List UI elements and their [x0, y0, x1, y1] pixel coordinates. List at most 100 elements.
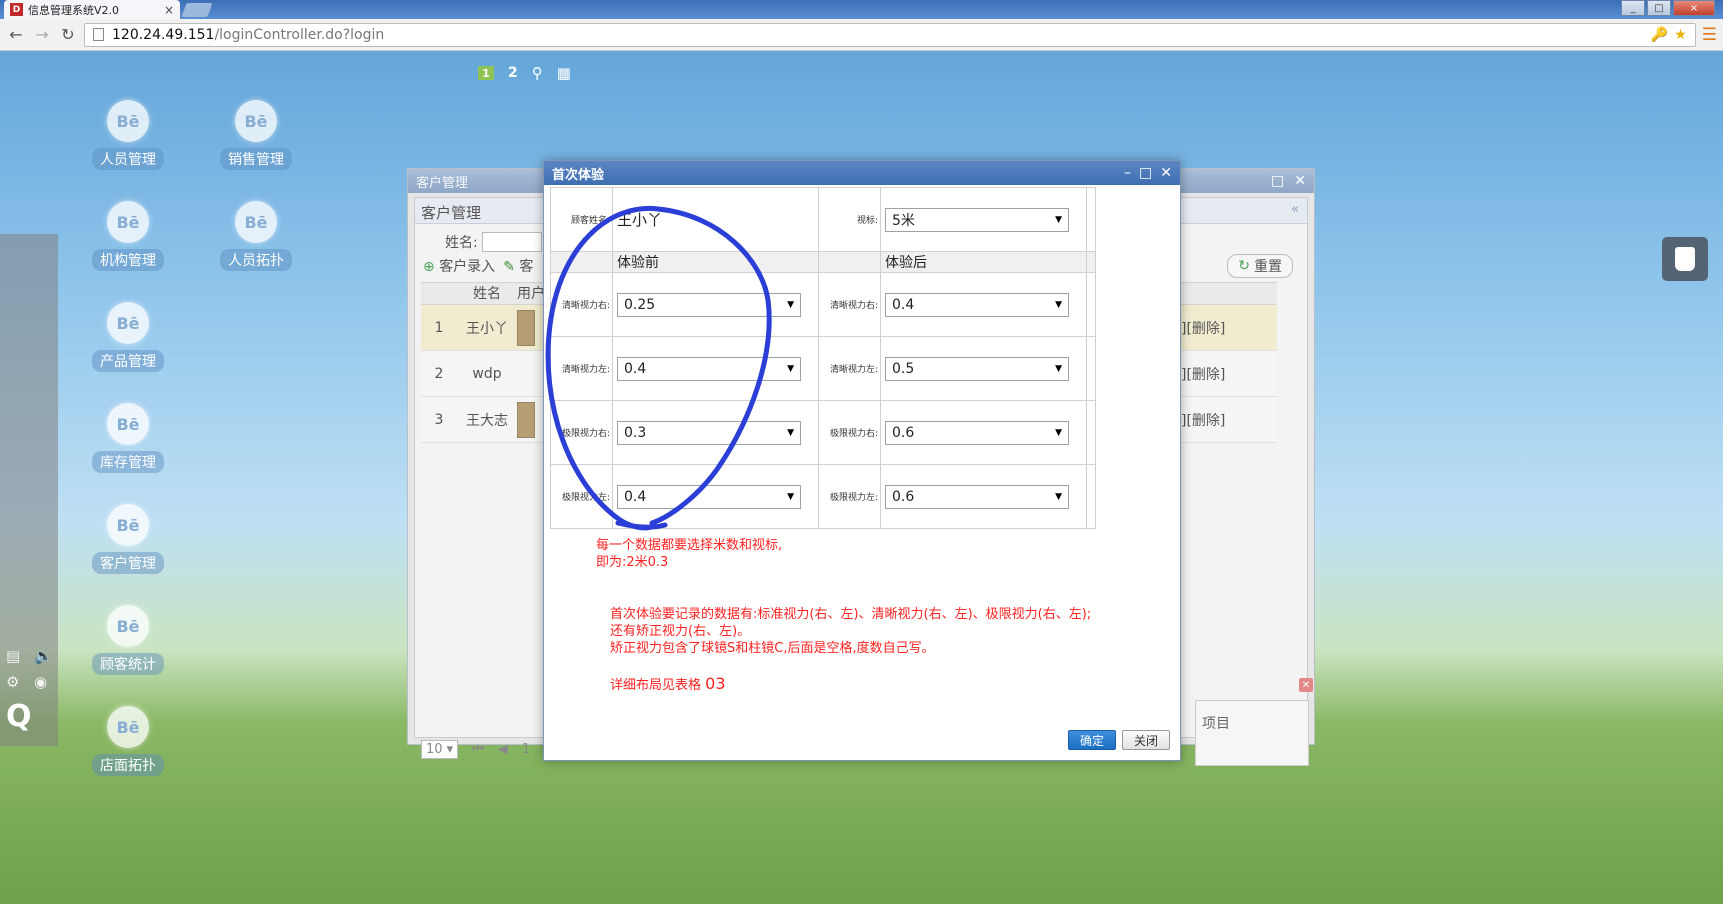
page-icon	[93, 28, 104, 41]
page-number-input[interactable]: 1	[522, 742, 530, 757]
desktop-icon-customers[interactable]: Bē 客户管理	[88, 504, 168, 574]
first-page-icon[interactable]: ⏮	[472, 742, 484, 757]
desktop-icon-store-topology[interactable]: Bē 店面拓扑	[88, 706, 168, 776]
calendar-icon[interactable]: ▤	[6, 647, 28, 665]
close-button[interactable]: 关闭	[1122, 730, 1170, 750]
close-icon[interactable]: ✕	[1294, 173, 1306, 189]
before-select[interactable]: 0.25 ▼	[617, 292, 801, 317]
confirm-button[interactable]: 确定	[1068, 730, 1116, 750]
desktop-icon-inventory[interactable]: Bē 库存管理	[88, 403, 168, 473]
before-header: 体验前	[612, 251, 819, 273]
user-thumbnail	[517, 401, 535, 438]
column-header-name[interactable]: 姓名	[457, 283, 517, 304]
after-label: 清晰视力左:	[818, 336, 881, 401]
left-dock: ▤ 🔈 ⚙ ◉ Q	[0, 234, 58, 746]
customer-name-value: 王小丫	[617, 211, 663, 229]
app-icon: Bē	[107, 403, 149, 445]
url-host: 120.24.49.151	[112, 26, 215, 43]
page-1-button[interactable]: 1	[478, 66, 494, 80]
browser-menu-icon[interactable]: ☰	[1702, 25, 1717, 45]
maximize-icon[interactable]: □	[1271, 173, 1284, 189]
app-icon: Bē	[107, 706, 149, 748]
new-tab-button[interactable]	[181, 3, 213, 17]
desktop-icon-label: 顾客统计	[92, 653, 164, 675]
before-select[interactable]: 0.4 ▼	[617, 484, 801, 509]
chart-label: 视标:	[818, 187, 881, 252]
desktop-icon-personnel-topology[interactable]: Bē 人员拓扑	[216, 201, 296, 271]
right-float-button[interactable]	[1662, 237, 1708, 281]
chart-select-value: 5米	[892, 212, 915, 229]
customer-name-label: 顾客姓名:	[550, 187, 613, 252]
desktop-icon-products[interactable]: Bē 产品管理	[88, 302, 168, 372]
minimize-icon[interactable]: –	[1124, 165, 1131, 181]
after-label: 极限视力右:	[818, 400, 881, 465]
first-experience-dialog: 首次体验 – □ ✕ 顾客姓名: 王小丫 视标: 5米 ▼ 体验前 体验后 清晰…	[543, 160, 1181, 761]
app-icon: Bē	[235, 100, 277, 142]
qq-icon[interactable]: Q	[6, 699, 56, 734]
after-select[interactable]: 0.4 ▼	[885, 292, 1069, 317]
settings-gear-icon[interactable]: ⚙	[6, 673, 28, 691]
page-size-select[interactable]: 10 ▾	[421, 740, 459, 759]
browser-tab-bar: D 信息管理系统V2.0 × _ □ ×	[0, 0, 1723, 19]
reload-icon[interactable]: ↻	[58, 25, 78, 45]
close-icon[interactable]: ✕	[1160, 165, 1172, 181]
after-select[interactable]: 0.6 ▼	[885, 484, 1069, 509]
row-actions[interactable]: 录][删除]	[1167, 318, 1277, 338]
note-3-number: 03	[705, 674, 726, 693]
name-search-input[interactable]	[481, 232, 542, 252]
edit-customer-button[interactable]: ✎ 客	[503, 256, 533, 276]
app-icon: Bē	[107, 605, 149, 647]
select-value: 0.6	[892, 488, 915, 505]
add-customer-button[interactable]: ⊕ 客户录入	[423, 256, 495, 276]
close-icon[interactable]: ✕	[1299, 678, 1313, 692]
dialog-titlebar: 首次体验 – □ ✕	[544, 161, 1180, 185]
window-minimize-button[interactable]: _	[1621, 0, 1645, 16]
tab-close-icon[interactable]: ×	[164, 3, 174, 17]
desktop-icon-customer-stats[interactable]: Bē 顾客统计	[88, 605, 168, 675]
back-arrow-icon[interactable]: ←	[6, 25, 26, 45]
search-icon[interactable]: ⚲	[532, 64, 543, 82]
collapse-icon[interactable]: «	[1291, 202, 1299, 217]
window-maximize-button[interactable]: □	[1647, 0, 1671, 16]
detail-panel: ✕ 项目	[1195, 678, 1317, 770]
row-actions[interactable]: 录][删除]	[1167, 364, 1277, 384]
before-select[interactable]: 0.4 ▼	[617, 356, 801, 381]
row-actions[interactable]: 录][删除]	[1167, 410, 1277, 430]
bookmark-star-icon[interactable]: ★	[1674, 27, 1687, 43]
address-bar[interactable]: 120.24.49.151/loginController.do?login 🔑…	[84, 22, 1696, 47]
reset-button[interactable]: ↻ 重置	[1227, 254, 1293, 278]
before-label: 清晰视力右:	[550, 272, 613, 337]
annotation-note-1: 每一个数据都要选择米数和视标, 即为:2米0.3	[596, 538, 783, 570]
desktop-icon-personnel[interactable]: Bē 人员管理	[88, 100, 168, 170]
maximize-icon[interactable]: □	[1139, 165, 1152, 181]
window-close-button[interactable]: ×	[1673, 0, 1715, 16]
note-3-text: 详细布局见表格	[610, 678, 706, 693]
browser-tab[interactable]: D 信息管理系统V2.0 ×	[4, 0, 180, 19]
grid-icon[interactable]: ▦	[557, 64, 571, 82]
prev-page-icon[interactable]: ◀	[498, 742, 508, 757]
after-select[interactable]: 0.6 ▼	[885, 420, 1069, 445]
speaker-icon[interactable]: 🔈	[34, 647, 56, 665]
select-value: 0.4	[892, 296, 915, 313]
desktop-icon-label: 机构管理	[92, 249, 164, 271]
desktop-icon-label: 库存管理	[92, 451, 164, 473]
desktop-icon-sales[interactable]: Bē 销售管理	[216, 100, 296, 170]
key-icon[interactable]: 🔑	[1651, 27, 1668, 43]
row-number: 1	[434, 319, 444, 336]
desktop-icon-label: 客户管理	[92, 552, 164, 574]
forward-arrow-icon[interactable]: →	[32, 25, 52, 45]
chevron-down-icon: ▼	[787, 363, 794, 374]
desktop-icon-label: 销售管理	[220, 148, 292, 170]
app-icon: Bē	[107, 100, 149, 142]
chart-select[interactable]: 5米 ▼	[885, 207, 1069, 232]
chevron-down-icon: ▼	[787, 491, 794, 502]
theme-icon[interactable]: ◉	[34, 673, 56, 691]
add-icon: ⊕	[423, 259, 435, 275]
annotation-note-3: 详细布局见表格 03	[610, 675, 726, 694]
page-2-button[interactable]: 2	[508, 65, 518, 81]
pager: 10 ▾ ⏮ ◀ 1	[421, 740, 530, 759]
select-value: 0.25	[624, 296, 656, 313]
desktop-icon-organization[interactable]: Bē 机构管理	[88, 201, 168, 271]
after-select[interactable]: 0.5 ▼	[885, 356, 1069, 381]
before-select[interactable]: 0.3 ▼	[617, 420, 801, 445]
